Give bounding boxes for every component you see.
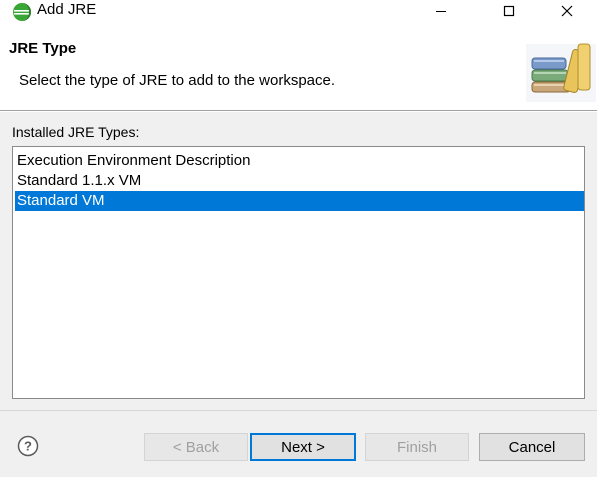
jre-types-list[interactable]: Execution Environment Description Standa… — [12, 146, 585, 399]
minimize-button[interactable] — [418, 0, 464, 22]
wizard-banner: JRE Type Select the type of JRE to add t… — [0, 26, 597, 110]
minimize-icon — [436, 11, 446, 12]
next-button[interactable]: Next > — [250, 433, 356, 461]
page-description: Select the type of JRE to add to the wor… — [19, 72, 336, 89]
maximize-button[interactable] — [486, 0, 532, 22]
button-bar-separator — [0, 410, 597, 411]
finish-button[interactable]: Finish — [365, 433, 469, 461]
back-button[interactable]: < Back — [144, 433, 248, 461]
page-title: JRE Type — [9, 40, 77, 57]
window-title: Add JRE — [37, 1, 97, 18]
list-item-standard-vm[interactable]: Standard VM — [15, 191, 584, 211]
installed-jre-types-label: Installed JRE Types: — [12, 124, 140, 140]
svg-text:?: ? — [24, 439, 32, 454]
eclipse-icon — [13, 3, 31, 21]
cancel-button[interactable]: Cancel — [479, 433, 585, 461]
list-item-execution-environment-description[interactable]: Execution Environment Description — [15, 151, 584, 171]
banner-separator-highlight — [0, 111, 597, 112]
maximize-icon — [503, 5, 515, 17]
close-button[interactable] — [544, 0, 590, 22]
close-icon — [561, 5, 573, 17]
title-bar: Add JRE — [0, 0, 597, 26]
library-books-icon — [522, 38, 597, 104]
help-icon[interactable]: ? — [17, 435, 39, 457]
list-item-standard-1-1-x-vm[interactable]: Standard 1.1.x VM — [15, 171, 584, 191]
